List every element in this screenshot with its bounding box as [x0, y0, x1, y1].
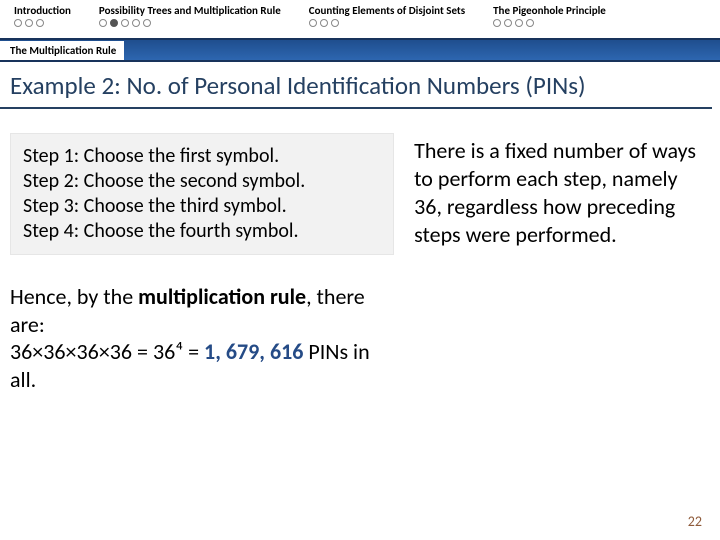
nav-dots [493, 19, 606, 27]
right-column: There is a fixed number of ways to perfo… [408, 133, 710, 393]
progress-dot[interactable] [25, 19, 33, 27]
subsection-label: The Multiplication Rule [0, 41, 124, 60]
progress-dot[interactable] [309, 19, 317, 27]
subsection-bar: The Multiplication Rule [0, 38, 720, 62]
conclusion-answer: 1, 679, 616 [204, 338, 303, 365]
step-line: Step 2: Choose the second symbol. [23, 169, 381, 194]
slide-title: Example 2: No. of Personal Identificatio… [0, 68, 720, 107]
title-underline [0, 107, 712, 109]
progress-dot[interactable] [121, 19, 129, 27]
conclusion-text: Hence, by the multiplication rule, there… [10, 283, 394, 393]
left-column: Step 1: Choose the first symbol. Step 2:… [10, 133, 394, 393]
nav-dots [14, 19, 71, 27]
progress-dot[interactable] [515, 19, 523, 27]
progress-dot-current[interactable] [110, 19, 118, 27]
nav-dots [309, 19, 465, 27]
nav-possibility-trees[interactable]: Possibility Trees and Multiplication Rul… [85, 0, 295, 38]
nav-pigeonhole[interactable]: The Pigeonhole Principle [479, 0, 620, 38]
progress-dot[interactable] [132, 19, 140, 27]
slide: Introduction Possibility Trees and Multi… [0, 0, 720, 540]
nav-sections: Introduction Possibility Trees and Multi… [0, 0, 720, 38]
step-line: Step 3: Choose the third symbol. [23, 194, 381, 219]
conclusion-eq-lhs: 36×36×36×36 = 36⁴ = [10, 338, 204, 365]
steps-box: Step 1: Choose the first symbol. Step 2:… [10, 133, 394, 255]
nav-label: Possibility Trees and Multiplication Rul… [99, 4, 281, 17]
nav-intro[interactable]: Introduction [0, 0, 85, 38]
explanation-text: There is a fixed number of ways to perfo… [408, 137, 710, 250]
progress-dot[interactable] [320, 19, 328, 27]
progress-dot[interactable] [504, 19, 512, 27]
progress-dot[interactable] [331, 19, 339, 27]
progress-dot[interactable] [14, 19, 22, 27]
progress-dot[interactable] [493, 19, 501, 27]
nav-label: Introduction [14, 4, 71, 17]
progress-dot[interactable] [99, 19, 107, 27]
conclusion-lead: Hence, by the [10, 283, 138, 310]
conclusion-bold: multiplication rule [138, 283, 306, 310]
progress-dot[interactable] [36, 19, 44, 27]
progress-dot[interactable] [143, 19, 151, 27]
title-wrap: Example 2: No. of Personal Identificatio… [0, 68, 720, 109]
step-line: Step 1: Choose the first symbol. [23, 144, 381, 169]
nav-label: Counting Elements of Disjoint Sets [309, 4, 465, 17]
slide-body: Step 1: Choose the first symbol. Step 2:… [0, 109, 720, 393]
nav-disjoint-sets[interactable]: Counting Elements of Disjoint Sets [295, 0, 479, 38]
page-number: 22 [688, 513, 702, 530]
nav-dots [99, 19, 281, 27]
progress-dot[interactable] [526, 19, 534, 27]
nav-label: The Pigeonhole Principle [493, 4, 606, 17]
step-line: Step 4: Choose the fourth symbol. [23, 219, 381, 244]
